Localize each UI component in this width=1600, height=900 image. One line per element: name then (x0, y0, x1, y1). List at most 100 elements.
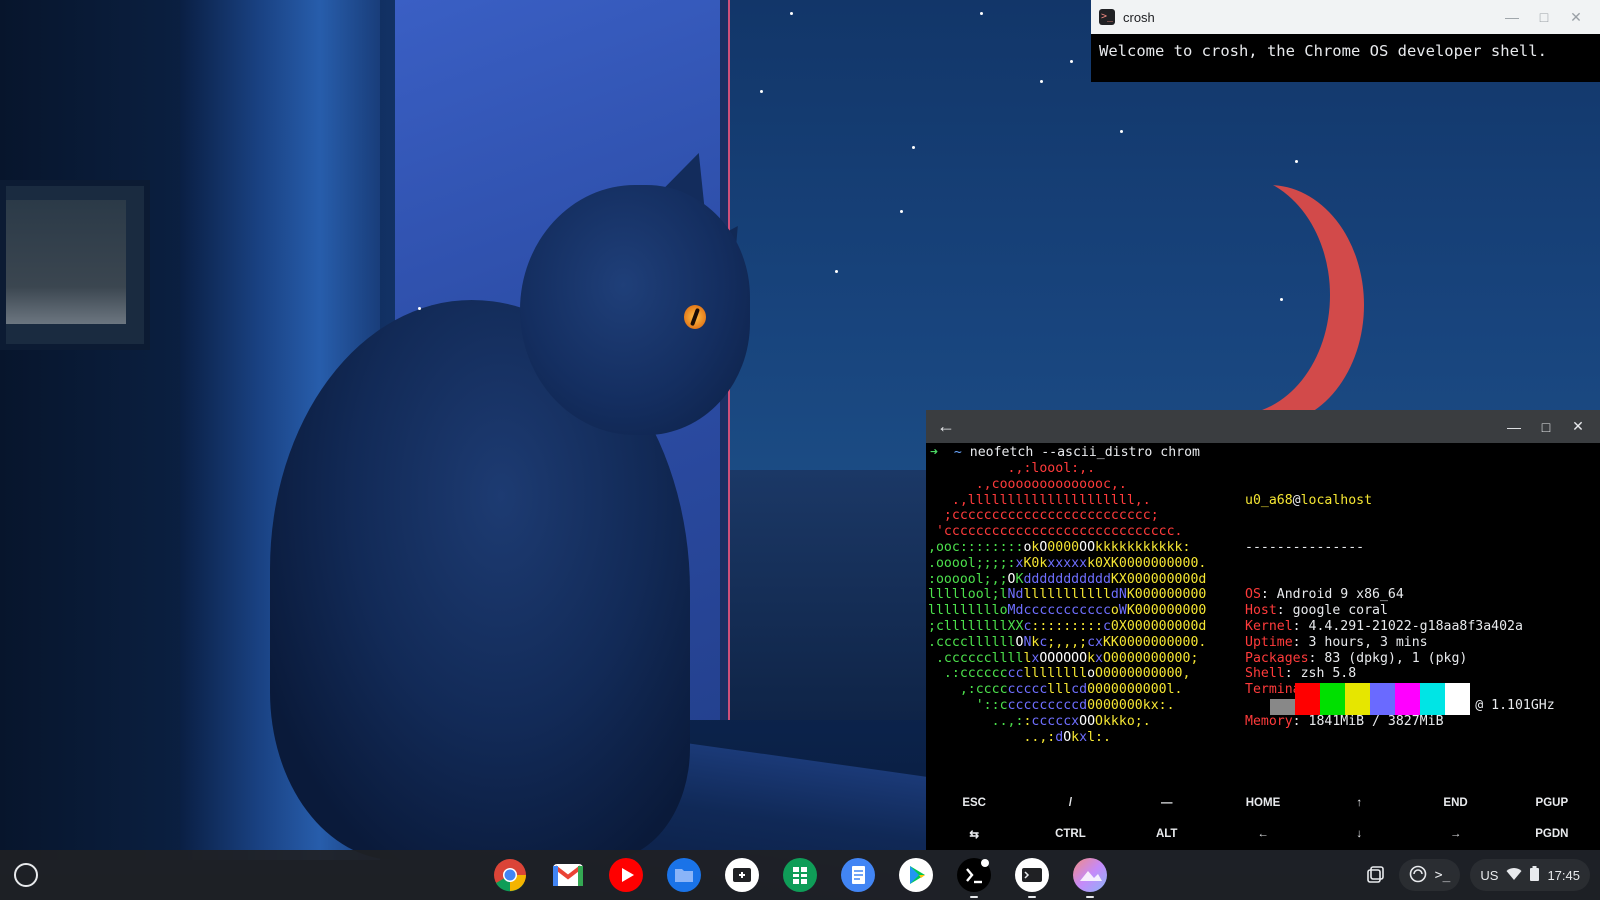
screencast-icon[interactable] (722, 855, 762, 895)
running-indicator (970, 896, 978, 898)
info-value: zsh 5.8 (1300, 666, 1357, 682)
files-icon[interactable] (664, 855, 704, 895)
color-swatch (1345, 683, 1370, 715)
crosh-output[interactable]: Welcome to crosh, the Chrome OS develope… (1091, 34, 1600, 68)
extra-key[interactable]: END (1407, 787, 1503, 818)
status-tray: >_ US 17:45 (1361, 859, 1590, 891)
ascii-line: .,lllllllllllllllllllll,. (951, 492, 1151, 508)
play-store-icon[interactable] (896, 855, 936, 895)
close-icon[interactable]: ✕ (1560, 0, 1592, 34)
crosh-titlebar[interactable]: >_ crosh — □ ✕ (1091, 0, 1600, 34)
color-swatch (1370, 683, 1395, 715)
termux-icon[interactable] (954, 855, 994, 898)
clock: 17:45 (1547, 867, 1580, 883)
ascii-line: ,:ccccccccclllcd0000000000l. (959, 682, 1183, 698)
info-value: Android 9 x86_64 (1276, 587, 1404, 603)
extra-key[interactable]: ⇆ (926, 818, 1022, 850)
back-arrow-icon[interactable]: ← (932, 416, 960, 437)
star (1070, 60, 1073, 63)
star (418, 307, 421, 310)
info-key: Shell (1245, 666, 1285, 682)
extra-key[interactable]: → (1407, 818, 1503, 850)
ascii-line: :oooool;,;OKdddddddddddKX000000000d (928, 571, 1207, 587)
info-row: Packages: 83 (dpkg), 1 (pkg) (1245, 650, 1468, 666)
extra-key[interactable]: CTRL (1022, 818, 1118, 850)
shelf: >_ US 17:45 (0, 850, 1600, 900)
ascii-line: ,ooc::::::::okO0000OOkkkkkkkkkkk: (928, 539, 1191, 555)
cat-eye (684, 305, 706, 329)
ascii-line: '::ccccccccccd0000000kx:. (975, 697, 1175, 713)
info-key: OS (1245, 587, 1261, 603)
extra-key[interactable]: PGDN (1504, 818, 1600, 850)
crostini-icon (1409, 865, 1427, 886)
extra-key[interactable]: ALT (1119, 818, 1215, 850)
minimize-icon[interactable]: — (1496, 0, 1528, 34)
color-swatch (1445, 683, 1470, 715)
ascii-line: .,:loool:,. (1007, 461, 1096, 476)
close-icon[interactable]: ✕ (1562, 410, 1594, 444)
ascii-line: llllllllloMdcccccccccccoWK000000000 (928, 603, 1207, 619)
system-tray[interactable]: US 17:45 (1470, 859, 1590, 891)
color-swatch (1320, 683, 1345, 715)
extra-key[interactable]: ← (1215, 818, 1311, 850)
ascii-line: ..,:dOkxl:. (1023, 729, 1111, 745)
ascii-logo: .,:loool:,. .,coooooooooooooc,. .,llllll… (928, 461, 1206, 745)
minimize-icon[interactable]: — (1498, 410, 1530, 444)
crosh-terminal-icon[interactable] (1012, 855, 1052, 898)
ascii-line: .,coooooooooooooc,. (975, 476, 1127, 492)
termux-window[interactable]: ← — □ ✕ ➜ ~ neofetch --ascii_distro chro… (926, 410, 1600, 850)
extra-key[interactable]: ↑ (1311, 787, 1407, 818)
holding-space-icon[interactable] (1361, 861, 1389, 889)
extra-key[interactable]: ESC (926, 787, 1022, 818)
hostname: localhost (1300, 492, 1373, 508)
color-palette (1245, 683, 1470, 715)
extra-key[interactable]: PGUP (1504, 787, 1600, 818)
color-swatch (1270, 699, 1295, 715)
ascii-line: .ooool;;;;:xK0kxxxxxk0XK0000000000. (928, 555, 1207, 571)
info-row: Shell: zsh 5.8 (1245, 666, 1357, 682)
star (1295, 160, 1298, 163)
cat-head (520, 185, 750, 435)
color-swatch (1245, 699, 1270, 715)
star (790, 12, 793, 15)
at-sign: @ (1292, 492, 1301, 508)
termux-titlebar[interactable]: ← — □ ✕ (926, 410, 1600, 443)
sheets-icon[interactable] (780, 855, 820, 895)
docs-icon[interactable] (838, 855, 878, 895)
ascii-line: .ccccllllllONkc;,,,;cxKK0000000000. (928, 634, 1207, 650)
info-key: Host (1245, 603, 1277, 619)
user-host-line: u0_a68@localhost (1245, 493, 1555, 509)
terminal-tray-icon: >_ (1434, 867, 1451, 883)
info-row: Memory: 1841MiB / 3827MiB (1245, 713, 1444, 729)
ascii-line: .cccccclllllxOOOOOOkxO0000000000; (935, 650, 1199, 666)
star (835, 270, 838, 273)
extra-key[interactable]: HOME (1215, 787, 1311, 818)
input-method: US (1480, 867, 1499, 883)
star (980, 12, 983, 15)
info-value: 4.4.291-21022-g18aa8f3a402a (1308, 618, 1523, 634)
chrome-icon[interactable] (490, 855, 530, 895)
ascii-line: ;ccccccccccccccccccccccccc; (943, 508, 1159, 524)
info-value: 1841MiB / 3827MiB (1308, 713, 1444, 729)
wallpaper-icon[interactable] (1070, 855, 1110, 898)
color-swatch (1420, 683, 1445, 715)
launcher-button[interactable] (14, 863, 38, 887)
wall-picture (0, 180, 150, 350)
pod-tray[interactable]: >_ (1398, 859, 1461, 891)
youtube-icon[interactable] (606, 855, 646, 895)
city-buildings (730, 470, 930, 720)
extra-key[interactable]: / (1022, 787, 1118, 818)
info-value: 3 hours, 3 mins (1308, 634, 1428, 650)
command-text: neofetch --ascii_distro chrom (969, 445, 1200, 460)
extra-key[interactable]: — (1119, 787, 1215, 818)
info-row: Kernel: 4.4.291-21022-g18aa8f3a402a (1245, 618, 1523, 634)
running-indicator (1086, 896, 1094, 898)
maximize-icon[interactable]: □ (1530, 410, 1562, 444)
wifi-icon (1506, 867, 1522, 884)
extra-key[interactable]: ↓ (1311, 818, 1407, 850)
star (912, 146, 915, 149)
maximize-icon[interactable]: □ (1528, 0, 1560, 34)
crosh-window[interactable]: >_ crosh — □ ✕ Welcome to crosh, the Chr… (1091, 0, 1600, 82)
username: u0_a68 (1245, 492, 1293, 508)
gmail-icon[interactable] (548, 855, 588, 895)
